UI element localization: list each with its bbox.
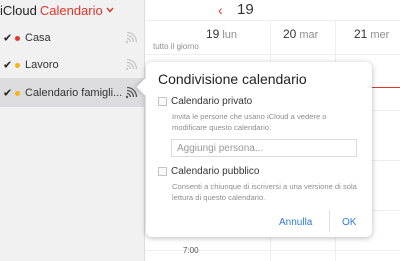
button-divider — [329, 210, 330, 232]
public-calendar-option[interactable]: Calendario pubblico — [158, 166, 259, 177]
calendar-item-casa[interactable]: ✔ Casa — [0, 24, 145, 51]
day-name: mar — [299, 29, 319, 41]
calendar-toolbar — [146, 0, 400, 20]
public-calendar-label: Calendario pubblico — [171, 166, 260, 177]
app-switcher[interactable]: iCloud Calendario — [0, 0, 114, 20]
calendar-color-dot — [15, 35, 20, 41]
app-title: Calendario — [39, 2, 103, 18]
calendar-color-dot — [15, 90, 20, 96]
day-number: 19 — [206, 27, 220, 41]
day-name: lun — [222, 29, 238, 41]
time-label: 7:00 — [183, 246, 199, 255]
public-calendar-description: Consenti a chiunque di iscriversi a una … — [172, 182, 357, 202]
calendar-color-dot — [15, 62, 20, 68]
day-header-mar[interactable]: 20 mar — [283, 27, 318, 41]
prev-week-button[interactable]: ‹ — [218, 2, 223, 18]
add-person-input[interactable] — [171, 139, 357, 157]
day-name: mer — [370, 29, 390, 41]
share-icon[interactable] — [124, 58, 138, 72]
day-number: 20 — [283, 27, 297, 41]
private-calendar-option[interactable]: Calendario privato — [158, 96, 252, 107]
checkmark-icon[interactable]: ✔ — [3, 86, 12, 99]
checkmark-icon[interactable]: ✔ — [3, 58, 12, 71]
calendar-item-label: Calendario famigli... — [25, 86, 123, 99]
share-calendar-popover: Condivisione calendario Calendario priva… — [136, 62, 372, 237]
header-divider — [146, 20, 400, 21]
public-calendar-checkbox[interactable] — [158, 167, 167, 176]
day-header-lun[interactable]: 19 lun — [206, 27, 237, 41]
sidebar: iCloud Calendario ✔ Casa ✔ Lavoro ✔ Cale… — [0, 0, 145, 261]
chevron-down-icon — [106, 7, 114, 13]
calendar-item-famiglia[interactable]: ✔ Calendario famigli... — [0, 78, 145, 107]
day-header-mer[interactable]: 21 mer — [354, 27, 389, 41]
share-icon[interactable] — [124, 31, 138, 45]
popover-title: Condivisione calendario — [158, 71, 307, 87]
current-date-label: 19 — [237, 1, 254, 18]
calendar-item-label: Lavoro — [25, 58, 59, 71]
allday-divider — [146, 54, 400, 55]
calendar-list: ✔ Casa ✔ Lavoro ✔ Calendario famigli... — [0, 24, 145, 107]
current-time-line — [370, 87, 400, 88]
all-day-label: tutto il giorno — [153, 42, 199, 51]
private-calendar-checkbox[interactable] — [158, 97, 167, 106]
share-icon[interactable] — [124, 86, 138, 100]
private-calendar-description: Invita le persone che usano iCloud a ved… — [172, 112, 327, 132]
brand-label: iCloud — [0, 2, 37, 18]
cancel-button[interactable]: Annulla — [279, 217, 312, 228]
ok-button[interactable]: OK — [342, 217, 356, 228]
day-number: 21 — [354, 27, 368, 41]
calendar-item-label: Casa — [25, 31, 51, 44]
checkmark-icon[interactable]: ✔ — [3, 31, 12, 44]
calendar-item-lavoro[interactable]: ✔ Lavoro — [0, 51, 145, 78]
private-calendar-label: Calendario privato — [171, 96, 253, 107]
